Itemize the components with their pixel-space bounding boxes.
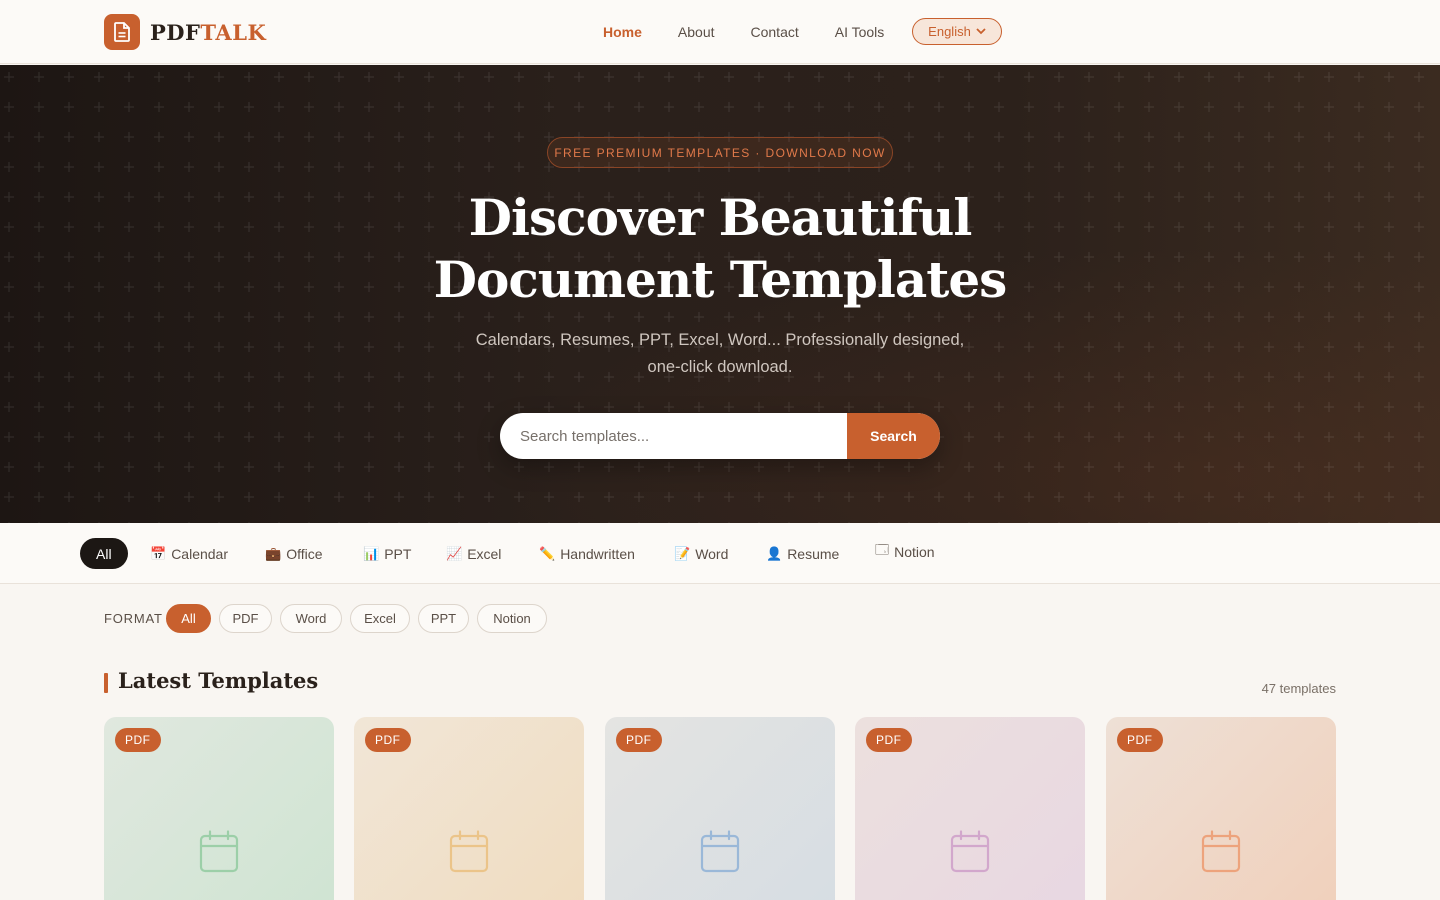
calendar-icon	[449, 830, 489, 873]
memo-icon: 📝	[674, 545, 691, 561]
category-notion[interactable]: 🗔 Notion	[875, 536, 935, 567]
format-tag: PDF	[1117, 728, 1163, 752]
briefcase-icon: 💼	[265, 545, 282, 561]
nav-link-about[interactable]: About	[678, 24, 715, 40]
section-accent-bar	[104, 673, 108, 693]
category-handwritten[interactable]: ✏️ Handwritten	[539, 538, 635, 569]
section-title: Latest Templates	[118, 668, 319, 693]
calendar-icon	[1201, 830, 1241, 873]
category-label: All	[96, 545, 112, 562]
line-chart-icon: 📈	[446, 545, 463, 561]
hero-subtitle-line1: Calendars, Resumes, PPT, Excel, Word... …	[475, 331, 965, 349]
hero-subtitle: Calendars, Resumes, PPT, Excel, Word... …	[420, 327, 1020, 381]
category-calendar[interactable]: 📅 Calendar	[150, 538, 228, 569]
search-bar: Search	[500, 413, 940, 459]
format-tag: PDF	[365, 728, 411, 752]
logo[interactable]: PDFTALK	[104, 14, 266, 50]
logo-text: PDFTALK	[150, 20, 266, 45]
category-resume[interactable]: 👤 Resume	[766, 538, 839, 569]
format-label: FORMAT	[104, 611, 163, 626]
chevron-down-icon	[976, 28, 986, 35]
template-count: 47 templates	[1261, 681, 1336, 696]
logo-text-pdf: PDF	[150, 19, 201, 45]
document-icon	[104, 14, 140, 50]
category-label: Excel	[467, 545, 502, 562]
hero-title-line1: Discover Beautiful	[468, 188, 973, 247]
category-excel[interactable]: 📈 Excel	[446, 538, 501, 569]
template-card[interactable]: PDF	[605, 717, 835, 900]
calendar-icon	[700, 830, 740, 873]
format-tag: PDF	[866, 728, 912, 752]
format-notion[interactable]: Notion	[477, 604, 547, 633]
language-selector[interactable]: English	[912, 18, 1002, 45]
hero-title-line2: Document Templates	[433, 250, 1008, 309]
format-word[interactable]: Word	[280, 604, 342, 633]
bar-chart-icon: 📊	[363, 545, 380, 561]
category-bar: All 📅 Calendar 💼 Office 📊 PPT 📈 Excel ✏️ Hand…	[0, 523, 1440, 584]
logo-text-talk: TALK	[200, 19, 267, 45]
template-card[interactable]: PDF	[104, 717, 334, 900]
hero-section: FREE PREMIUM TEMPLATES · DOWNLOAD NOW Di…	[0, 65, 1440, 523]
category-label: Handwritten	[560, 545, 635, 562]
search-input[interactable]	[500, 413, 847, 459]
category-office[interactable]: 💼 Office	[265, 538, 323, 569]
hero-title: Discover Beautiful Document Templates	[320, 187, 1120, 311]
language-label: English	[928, 24, 971, 39]
format-excel[interactable]: Excel	[350, 604, 410, 633]
calendar-icon: 📅	[150, 545, 167, 561]
format-pdf[interactable]: PDF	[219, 604, 272, 633]
template-card[interactable]: PDF	[354, 717, 584, 900]
template-card[interactable]: PDF	[855, 717, 1085, 900]
category-label: PPT	[384, 545, 412, 562]
format-all[interactable]: All	[166, 604, 211, 633]
nav-link-contact[interactable]: Contact	[751, 24, 799, 40]
format-tag: PDF	[616, 728, 662, 752]
user-icon: 👤	[766, 545, 783, 561]
nav-links: Home About Contact AI Tools	[585, 18, 902, 46]
hero-subtitle-line2: one-click download.	[647, 358, 793, 376]
category-ppt[interactable]: 📊 PPT	[363, 538, 411, 569]
category-label: Office	[286, 545, 323, 562]
template-card[interactable]: PDF	[1106, 717, 1336, 900]
search-button[interactable]: Search	[847, 413, 940, 459]
category-all[interactable]: All	[80, 538, 128, 569]
format-ppt[interactable]: PPT	[418, 604, 469, 633]
pencil-icon: ✏️	[539, 545, 556, 561]
calendar-icon	[950, 830, 990, 873]
category-word[interactable]: 📝 Word	[674, 538, 728, 569]
hero-badge: FREE PREMIUM TEMPLATES · DOWNLOAD NOW	[547, 137, 893, 168]
top-nav: PDFTALK Home About Contact AI Tools Engl…	[0, 0, 1440, 64]
category-label: Notion	[894, 543, 935, 560]
category-label: Resume	[787, 545, 840, 562]
format-tag: PDF	[115, 728, 161, 752]
calendar-icon	[199, 830, 239, 873]
nav-link-ai-tools[interactable]: AI Tools	[835, 24, 885, 40]
window-icon: 🗔	[875, 541, 890, 557]
category-label: Word	[695, 545, 729, 562]
nav-link-home[interactable]: Home	[603, 24, 642, 40]
category-label: Calendar	[171, 545, 229, 562]
